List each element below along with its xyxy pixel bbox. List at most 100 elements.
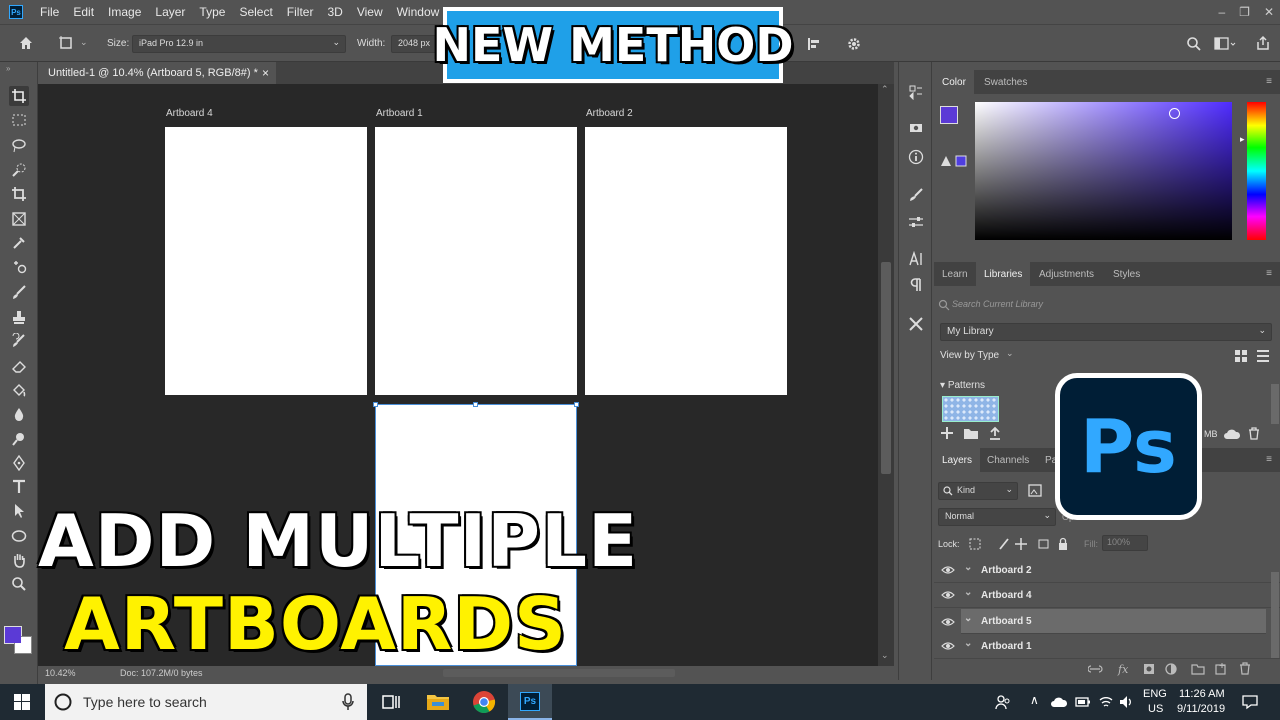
pen-tool-icon[interactable] bbox=[9, 453, 29, 473]
trash-icon[interactable] bbox=[1248, 427, 1260, 440]
fill-field[interactable]: 100% bbox=[1102, 535, 1148, 551]
out-of-gamut-warning-icon[interactable] bbox=[940, 155, 970, 167]
microphone-icon[interactable] bbox=[342, 693, 354, 711]
horizontal-scroll-thumb[interactable] bbox=[443, 669, 675, 677]
panel-menu-icon[interactable]: ≡ bbox=[1266, 76, 1272, 87]
artboard[interactable] bbox=[585, 127, 787, 395]
lasso-tool-icon[interactable] bbox=[9, 135, 29, 155]
align-icon[interactable] bbox=[806, 36, 822, 52]
size-dropdown[interactable]: iPad Pro 12.9 in ⌄ bbox=[132, 35, 346, 53]
blur-tool-icon[interactable] bbox=[9, 404, 29, 424]
chevron-up-icon[interactable]: ∧ bbox=[1030, 693, 1039, 707]
library-search-input[interactable]: Search Current Library bbox=[952, 297, 1272, 313]
pattern-thumbnail[interactable] bbox=[942, 396, 999, 422]
color-field[interactable] bbox=[975, 102, 1232, 240]
action-center-icon[interactable] bbox=[1242, 694, 1258, 710]
quick-selection-tool-icon[interactable] bbox=[9, 160, 29, 180]
menu-3d[interactable]: 3D bbox=[320, 5, 349, 19]
people-icon[interactable] bbox=[995, 694, 1011, 710]
folder-icon[interactable] bbox=[963, 426, 979, 440]
scroll-thumb[interactable] bbox=[881, 262, 891, 474]
chevron-down-icon[interactable]: ⌄ bbox=[80, 37, 88, 48]
tools-preset-icon[interactable] bbox=[906, 314, 926, 334]
character-panel-icon[interactable] bbox=[906, 249, 926, 269]
artboard-tool-preset-icon[interactable] bbox=[58, 35, 74, 51]
history-brush-tool-icon[interactable] bbox=[9, 331, 29, 351]
menu-select[interactable]: Select bbox=[232, 5, 279, 19]
tab-adjustments[interactable]: Adjustments bbox=[1031, 262, 1102, 286]
gear-icon[interactable] bbox=[846, 36, 862, 52]
ellipse-tool-icon[interactable] bbox=[9, 526, 29, 546]
artboard-tool-icon[interactable] bbox=[9, 86, 29, 106]
hue-slider[interactable] bbox=[1247, 102, 1266, 240]
clock-time[interactable]: 11:26 AM bbox=[1179, 688, 1225, 700]
chevron-down-icon[interactable]: ⌄ bbox=[881, 650, 889, 661]
layer-row[interactable]: ⌄ Artboard 2 bbox=[934, 558, 1280, 583]
wifi-icon[interactable] bbox=[1098, 694, 1114, 710]
chevron-up-icon[interactable]: ⌃ bbox=[881, 84, 889, 95]
menu-window[interactable]: Window bbox=[390, 5, 447, 19]
hand-tool-icon[interactable] bbox=[9, 550, 29, 570]
task-view-icon[interactable] bbox=[377, 688, 405, 716]
cloud-icon[interactable] bbox=[1223, 428, 1241, 440]
path-selection-tool-icon[interactable] bbox=[9, 501, 29, 521]
menu-type[interactable]: Type bbox=[192, 5, 232, 19]
chevron-down-icon[interactable]: ⌄ bbox=[964, 562, 972, 573]
layer-row-selected[interactable]: ⌄ Artboard 5 bbox=[961, 609, 1266, 634]
tab-learn[interactable]: Learn bbox=[934, 262, 976, 286]
visibility-eye-icon[interactable] bbox=[941, 590, 955, 600]
paint-bucket-tool-icon[interactable] bbox=[9, 380, 29, 400]
taskbar-search-box[interactable]: Type here to search bbox=[45, 684, 367, 720]
layer-row[interactable]: ⌄ Artboard 4 bbox=[934, 583, 1280, 608]
dodge-tool-icon[interactable] bbox=[9, 429, 29, 449]
healing-brush-tool-icon[interactable] bbox=[9, 258, 29, 278]
panel-menu-icon[interactable]: ≡ bbox=[1266, 268, 1272, 279]
clone-stamp-tool-icon[interactable] bbox=[9, 307, 29, 327]
info-icon[interactable] bbox=[906, 147, 926, 167]
home-icon[interactable] bbox=[18, 35, 34, 51]
collapse-chevron-icon[interactable]: » bbox=[6, 64, 10, 73]
artboard-label[interactable]: Artboard 4 bbox=[166, 108, 213, 119]
view-by-type-dropdown[interactable]: View by Type bbox=[940, 350, 999, 361]
crop-tool-icon[interactable] bbox=[9, 184, 29, 204]
layers-scrollbar[interactable] bbox=[1271, 572, 1279, 658]
restore-button[interactable]: ❐ bbox=[1239, 5, 1250, 19]
menu-view[interactable]: View bbox=[350, 5, 390, 19]
history-panel-icon[interactable] bbox=[906, 82, 926, 102]
close-tab-icon[interactable]: × bbox=[262, 66, 269, 80]
vertical-scrollbar[interactable]: ⌃ ⌄ bbox=[878, 84, 894, 666]
resize-handle[interactable] bbox=[473, 402, 478, 407]
resize-handle[interactable] bbox=[574, 402, 579, 407]
marquee-tool-icon[interactable] bbox=[9, 110, 29, 130]
tab-libraries[interactable]: Libraries bbox=[976, 262, 1031, 286]
chevron-down-icon[interactable]: ⌄ bbox=[964, 613, 972, 624]
visibility-eye-icon[interactable] bbox=[941, 617, 955, 627]
share-icon[interactable] bbox=[1255, 35, 1271, 51]
artboard-label[interactable]: Artboard 5 bbox=[376, 385, 427, 396]
language-indicator[interactable]: ENG bbox=[1143, 688, 1167, 700]
foreground-color-chip[interactable] bbox=[940, 106, 958, 124]
frame-tool-icon[interactable] bbox=[9, 209, 29, 229]
tab-color[interactable]: Color bbox=[934, 70, 974, 94]
artboard[interactable] bbox=[375, 127, 577, 395]
workspace-icon[interactable] bbox=[1214, 36, 1236, 52]
eyedropper-tool-icon[interactable] bbox=[9, 233, 29, 253]
chevron-down-icon[interactable]: ⌄ bbox=[964, 638, 972, 649]
chevron-down-icon[interactable]: ⌄ bbox=[1006, 348, 1014, 359]
battery-icon[interactable] bbox=[1075, 695, 1091, 709]
image-filter-icon[interactable] bbox=[1028, 484, 1042, 497]
tab-swatches[interactable]: Swatches bbox=[976, 70, 1035, 94]
patterns-section-header[interactable]: ▾ Patterns bbox=[940, 380, 985, 391]
visibility-eye-icon[interactable] bbox=[941, 641, 955, 651]
search-icon[interactable] bbox=[1186, 36, 1202, 52]
chrome-icon[interactable] bbox=[470, 688, 498, 716]
document-tab[interactable]: Untitled-1 @ 10.4% (Artboard 5, RGB/8#) … bbox=[38, 62, 276, 84]
minimize-button[interactable]: – bbox=[1218, 5, 1225, 19]
tab-channels[interactable]: Channels bbox=[979, 448, 1037, 472]
menu-layer[interactable]: Layer bbox=[148, 5, 192, 19]
artboard-label[interactable]: Artboard 1 bbox=[376, 108, 423, 119]
visibility-eye-icon[interactable] bbox=[941, 565, 955, 575]
file-explorer-icon[interactable] bbox=[424, 688, 452, 716]
color-picker-handle[interactable] bbox=[1169, 108, 1180, 119]
onedrive-cloud-icon[interactable] bbox=[1050, 696, 1068, 708]
